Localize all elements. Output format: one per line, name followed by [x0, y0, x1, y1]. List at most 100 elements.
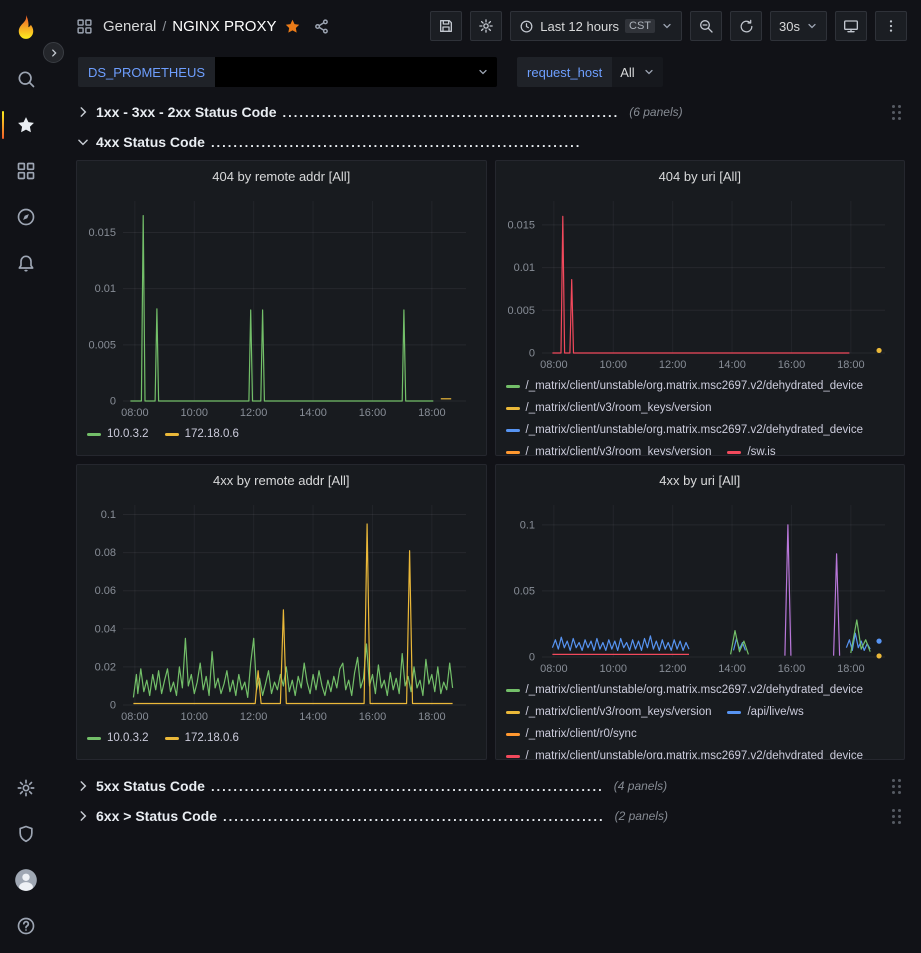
legend-item[interactable]: 10.0.3.2 [87, 727, 149, 749]
svg-text:16:00: 16:00 [777, 663, 805, 675]
chevron-down-icon [643, 66, 655, 78]
legend-label: 10.0.3.2 [107, 423, 149, 445]
svg-text:18:00: 18:00 [837, 663, 865, 675]
refresh-button[interactable] [730, 11, 762, 41]
request-host-select[interactable]: All [612, 57, 662, 87]
row-6xx-status-code[interactable]: 6xx > Status Code ......................… [76, 802, 905, 830]
legend-item[interactable]: /_matrix/client/unstable/org.matrix.msc2… [506, 745, 864, 759]
variable-label-request-host: request_host [517, 57, 612, 87]
series-color-marker [506, 711, 520, 714]
svg-text:0.1: 0.1 [101, 509, 116, 521]
datasource-select[interactable] [215, 57, 497, 87]
row-dots: ........................................… [211, 135, 581, 150]
chart-legend: 10.0.3.2 172.18.0.6 [77, 421, 486, 455]
monitor-icon [843, 18, 859, 34]
refresh-interval-picker[interactable]: 30s [770, 11, 827, 41]
sidebar-item-server-admin[interactable] [0, 811, 52, 857]
series-color-marker [165, 433, 179, 436]
legend-item[interactable]: /_matrix/client/r0/sync [506, 723, 637, 745]
row-drag-handle[interactable] [892, 779, 901, 794]
row-drag-handle[interactable] [892, 809, 901, 824]
zoom-out-icon [698, 18, 714, 34]
time-range-label: Last 12 hours [540, 19, 619, 34]
legend-item[interactable]: 172.18.0.6 [165, 727, 239, 749]
legend-item[interactable]: /_matrix/client/v3/room_keys/version [506, 441, 712, 455]
sidebar-expand-button[interactable] [43, 42, 64, 63]
grafana-flame-icon [12, 13, 40, 41]
svg-text:16:00: 16:00 [359, 407, 387, 419]
row-5xx-status-code[interactable]: 5xx Status Code ........................… [76, 772, 905, 800]
time-series-chart[interactable]: 00.020.040.060.080.108:0010:0012:0014:00… [83, 497, 480, 725]
svg-text:0.06: 0.06 [95, 585, 116, 597]
legend-label: 172.18.0.6 [185, 423, 239, 445]
time-series-chart[interactable]: 00.050.108:0010:0012:0014:0016:0018:00 [502, 497, 899, 677]
sidebar-item-starred[interactable] [0, 102, 52, 148]
svg-text:10:00: 10:00 [599, 663, 627, 675]
svg-text:12:00: 12:00 [240, 407, 268, 419]
sidebar-item-search[interactable] [0, 56, 52, 102]
sidebar-item-help[interactable] [0, 903, 52, 949]
series-color-marker [506, 733, 520, 736]
series-color-marker [165, 737, 179, 740]
panel-grid: 404 by remote addr [All] 00.0050.010.015… [76, 160, 905, 760]
legend-label: 10.0.3.2 [107, 727, 149, 749]
series-color-marker [727, 711, 741, 714]
svg-text:0: 0 [110, 700, 116, 712]
time-series-chart[interactable]: 00.0050.010.01508:0010:0012:0014:0016:00… [83, 193, 480, 421]
legend-item[interactable]: /_matrix/client/unstable/org.matrix.msc2… [506, 419, 864, 441]
breadcrumb-folder[interactable]: General [103, 18, 156, 35]
row-4xx-status-code[interactable]: 4xx Status Code ........................… [76, 128, 905, 156]
svg-text:16:00: 16:00 [777, 359, 805, 371]
row-dots: ........................................… [211, 779, 604, 794]
question-circle-icon [16, 916, 36, 936]
series-color-marker [506, 451, 520, 454]
share-icon[interactable] [313, 18, 330, 35]
more-options-button[interactable] [875, 11, 907, 41]
time-range-picker[interactable]: Last 12 hours CST [510, 11, 682, 41]
variable-label-datasource: DS_PROMETHEUS [78, 57, 215, 87]
row-panel-count: (6 panels) [629, 105, 682, 119]
grafana-logo[interactable] [4, 6, 48, 48]
legend-item[interactable]: /_matrix/client/v3/room_keys/version [506, 397, 712, 419]
svg-text:10:00: 10:00 [181, 711, 209, 723]
panel-title[interactable]: 404 by remote addr [All] [77, 161, 486, 191]
svg-text:0: 0 [110, 396, 116, 408]
favorite-star-icon[interactable] [284, 18, 301, 35]
sidebar-item-dashboards[interactable] [0, 148, 52, 194]
legend-item[interactable]: 172.18.0.6 [165, 423, 239, 445]
legend-item[interactable]: /_matrix/client/unstable/org.matrix.msc2… [506, 679, 864, 701]
svg-text:18:00: 18:00 [418, 407, 446, 419]
svg-text:10:00: 10:00 [181, 407, 209, 419]
panel-404-by-uri: 404 by uri [All] 00.0050.010.01508:0010:… [495, 160, 906, 456]
svg-text:18:00: 18:00 [837, 359, 865, 371]
sidebar-item-alerting[interactable] [0, 240, 52, 286]
svg-text:0.01: 0.01 [95, 283, 116, 295]
zoom-out-button[interactable] [690, 11, 722, 41]
tv-mode-button[interactable] [835, 11, 867, 41]
legend-item[interactable]: /sw.js [727, 441, 775, 455]
legend-item[interactable]: /_matrix/client/unstable/org.matrix.msc2… [506, 375, 864, 397]
row-1xx-3xx-2xx-status-code[interactable]: 1xx - 3xx - 2xx Status Code ............… [76, 98, 905, 126]
svg-text:12:00: 12:00 [658, 359, 686, 371]
panel-title[interactable]: 404 by uri [All] [496, 161, 905, 191]
svg-text:0.01: 0.01 [513, 262, 534, 274]
chevron-right-icon [76, 779, 96, 793]
panel-title[interactable]: 4xx by remote addr [All] [77, 465, 486, 495]
sidebar-item-configuration[interactable] [0, 765, 52, 811]
save-icon [438, 18, 454, 34]
svg-text:0.005: 0.005 [88, 339, 116, 351]
panel-title[interactable]: 4xx by uri [All] [496, 465, 905, 495]
legend-item[interactable]: /_matrix/client/v3/room_keys/version [506, 701, 712, 723]
breadcrumb-dashboard-title[interactable]: NGINX PROXY [172, 18, 276, 35]
sidebar-item-profile[interactable] [0, 857, 52, 903]
svg-text:0.08: 0.08 [95, 547, 116, 559]
save-dashboard-button[interactable] [430, 11, 462, 41]
dashboard-settings-button[interactable] [470, 11, 502, 41]
time-series-chart[interactable]: 00.0050.010.01508:0010:0012:0014:0016:00… [502, 193, 899, 373]
legend-label: /api/live/ws [747, 701, 803, 723]
row-drag-handle[interactable] [892, 105, 901, 120]
row-title: 6xx > Status Code [96, 808, 217, 824]
sidebar-item-explore[interactable] [0, 194, 52, 240]
legend-item[interactable]: /api/live/ws [727, 701, 803, 723]
legend-item[interactable]: 10.0.3.2 [87, 423, 149, 445]
